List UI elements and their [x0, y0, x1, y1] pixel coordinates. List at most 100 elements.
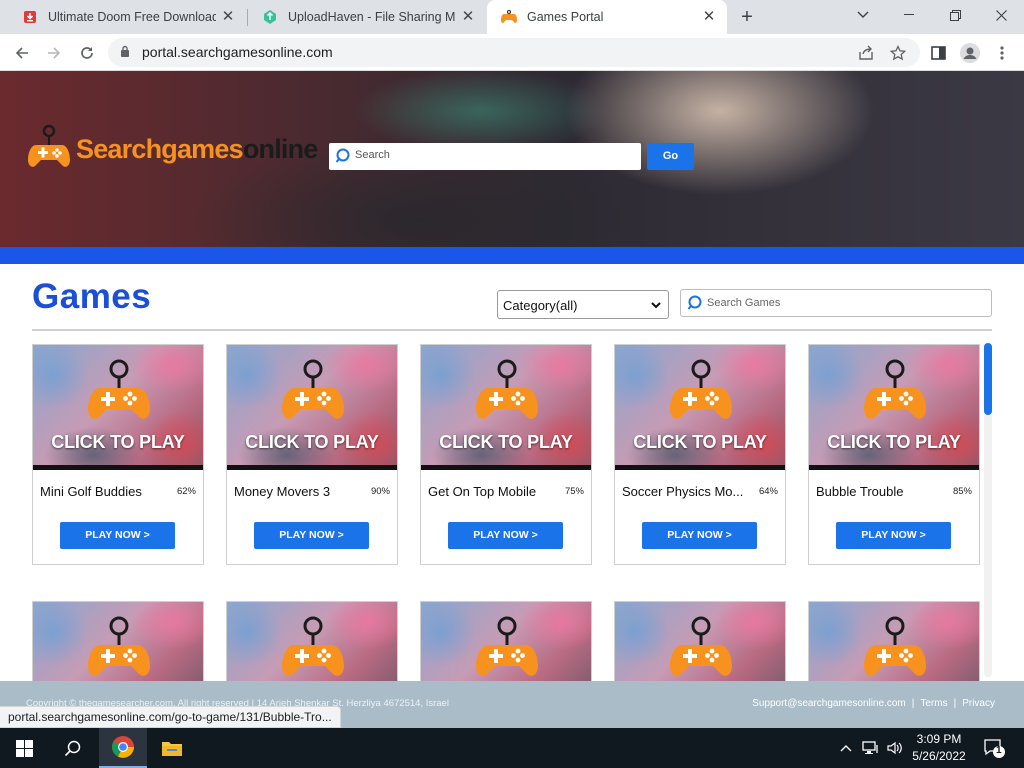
game-card[interactable]: CLICK TO PLAY Soccer Physics Mo... 64% PLAY… [614, 344, 786, 565]
side-panel-icon[interactable] [926, 41, 950, 65]
share-icon[interactable] [854, 41, 878, 65]
game-card[interactable]: CLICK TO PLAY Money Movers 3 90% PLAY NOW > [226, 344, 398, 565]
address-bar[interactable]: portal.searchgamesonline.com [108, 38, 920, 67]
scrollbar-thumb[interactable] [984, 343, 992, 415]
category-value: Category(all) [503, 298, 578, 313]
game-controller-icon [670, 616, 732, 681]
game-thumbnail[interactable] [615, 602, 785, 681]
site-logo[interactable]: Searchgamesonline [28, 123, 318, 176]
close-tab-icon[interactable]: ✕ [701, 9, 717, 25]
thumbnail-bar [227, 465, 397, 470]
blue-band [0, 247, 1024, 264]
uploadhaven-icon [262, 9, 278, 25]
terms-link[interactable]: Terms [920, 698, 947, 709]
play-now-button[interactable]: PLAY NOW > [254, 522, 369, 549]
game-card[interactable]: CLICK TO PLAY Get On Top Mobile 75% PLAY NO… [420, 344, 592, 565]
search-placeholder: Search [355, 149, 390, 161]
bookmark-star-icon[interactable] [886, 41, 910, 65]
chevron-down-icon [650, 298, 662, 316]
red-download-icon [22, 9, 38, 25]
privacy-link[interactable]: Privacy [962, 698, 995, 709]
notification-center-icon[interactable]: 1 [982, 736, 1006, 760]
game-card[interactable]: CLICK TO PLAY Bubble Trouble 85% PLAY NOW > [808, 344, 980, 565]
game-controller-icon [476, 359, 538, 430]
forward-arrow-icon[interactable] [42, 41, 66, 65]
network-icon[interactable] [860, 728, 882, 768]
game-thumbnail[interactable] [421, 602, 591, 681]
restore-button[interactable] [932, 0, 978, 30]
lock-icon [120, 45, 130, 63]
game-card-partial[interactable] [32, 601, 204, 681]
game-thumbnail[interactable]: CLICK TO PLAY [227, 345, 397, 470]
play-now-button[interactable]: PLAY NOW > [642, 522, 757, 549]
click-to-play-overlay: CLICK TO PLAY [439, 432, 573, 452]
category-select[interactable]: Category(all) [497, 290, 669, 319]
chrome-taskbar-icon[interactable] [99, 728, 147, 768]
reload-icon[interactable] [75, 41, 99, 65]
tab-ultimate-doom[interactable]: Ultimate Doom Free Download ( ✕ [8, 0, 246, 34]
close-tab-icon[interactable]: ✕ [460, 9, 476, 25]
profile-avatar-icon[interactable] [958, 41, 982, 65]
thumbnail-bar [421, 465, 591, 470]
back-arrow-icon[interactable] [10, 41, 34, 65]
minimize-button[interactable] [886, 0, 932, 30]
file-explorer-icon[interactable] [148, 728, 196, 768]
game-thumbnail[interactable]: CLICK TO PLAY [809, 345, 979, 470]
play-now-button[interactable]: PLAY NOW > [836, 522, 951, 549]
game-card-partial[interactable] [420, 601, 592, 681]
system-clock[interactable]: 3:09 PM 5/26/2022 [904, 731, 974, 765]
game-rating: 75% [564, 486, 584, 497]
close-tab-icon[interactable]: ✕ [220, 9, 236, 25]
games-search-input[interactable]: Search Games [680, 289, 992, 317]
game-title[interactable]: Money Movers 3 [234, 484, 358, 499]
notification-count: 1 [996, 745, 1002, 756]
game-controller-icon [88, 616, 150, 681]
close-window-button[interactable] [978, 0, 1024, 30]
divider [32, 329, 992, 331]
tab-games-portal[interactable]: Games Portal ✕ [487, 0, 727, 34]
tab-search-icon[interactable] [840, 0, 886, 30]
game-rating: 85% [952, 486, 972, 497]
game-controller-icon [501, 9, 517, 25]
game-thumbnail[interactable]: CLICK TO PLAY [33, 345, 203, 470]
play-now-button[interactable]: PLAY NOW > [60, 522, 175, 549]
games-search-placeholder: Search Games [707, 297, 781, 309]
game-title[interactable]: Mini Golf Buddies [40, 484, 164, 499]
search-icon[interactable] [48, 728, 96, 768]
menu-kebab-icon[interactable] [990, 41, 1014, 65]
page-scrollbar[interactable] [984, 343, 992, 677]
click-to-play-overlay: CLICK TO PLAY [51, 432, 185, 452]
support-email-link[interactable]: Support@searchgamesonline.com [752, 698, 906, 709]
game-thumbnail[interactable]: CLICK TO PLAY [421, 345, 591, 470]
volume-icon[interactable] [884, 728, 906, 768]
search-icon [335, 148, 351, 169]
thumbnail-bar [615, 465, 785, 470]
tab-uploadhaven[interactable]: UploadHaven - File Sharing Made ✕ [248, 0, 486, 34]
game-thumbnail[interactable] [809, 602, 979, 681]
game-title[interactable]: Get On Top Mobile [428, 484, 552, 499]
game-card-partial[interactable] [808, 601, 980, 681]
game-card-partial[interactable] [614, 601, 786, 681]
game-card[interactable]: CLICK TO PLAY Mini Golf Buddies 62% PLAY NO… [32, 344, 204, 565]
url-text: portal.searchgamesonline.com [142, 44, 333, 60]
windows-start-icon[interactable] [0, 728, 48, 768]
logo-text-part2: online [242, 134, 318, 164]
game-controller-icon [864, 359, 926, 430]
hero-banner: Searchgamesonline Search Go [0, 71, 1024, 247]
new-tab-button[interactable]: + [736, 6, 758, 28]
game-thumbnail[interactable]: CLICK TO PLAY [615, 345, 785, 470]
tray-chevron-up-icon[interactable] [836, 728, 856, 768]
browser-toolbar: portal.searchgamesonline.com [0, 34, 1024, 71]
thumbnail-bar [809, 465, 979, 470]
go-button[interactable]: Go [647, 143, 694, 170]
hero-search-input[interactable]: Search [329, 143, 641, 170]
logo-text-part1: Searchgames [76, 134, 244, 164]
game-card-partial[interactable] [226, 601, 398, 681]
windows-taskbar: 3:09 PM 5/26/2022 1 [0, 728, 1024, 768]
game-thumbnail[interactable] [33, 602, 203, 681]
game-thumbnail[interactable] [227, 602, 397, 681]
game-title[interactable]: Bubble Trouble [816, 484, 940, 499]
play-now-button[interactable]: PLAY NOW > [448, 522, 563, 549]
game-title[interactable]: Soccer Physics Mo... [622, 484, 746, 499]
game-controller-icon [282, 616, 344, 681]
